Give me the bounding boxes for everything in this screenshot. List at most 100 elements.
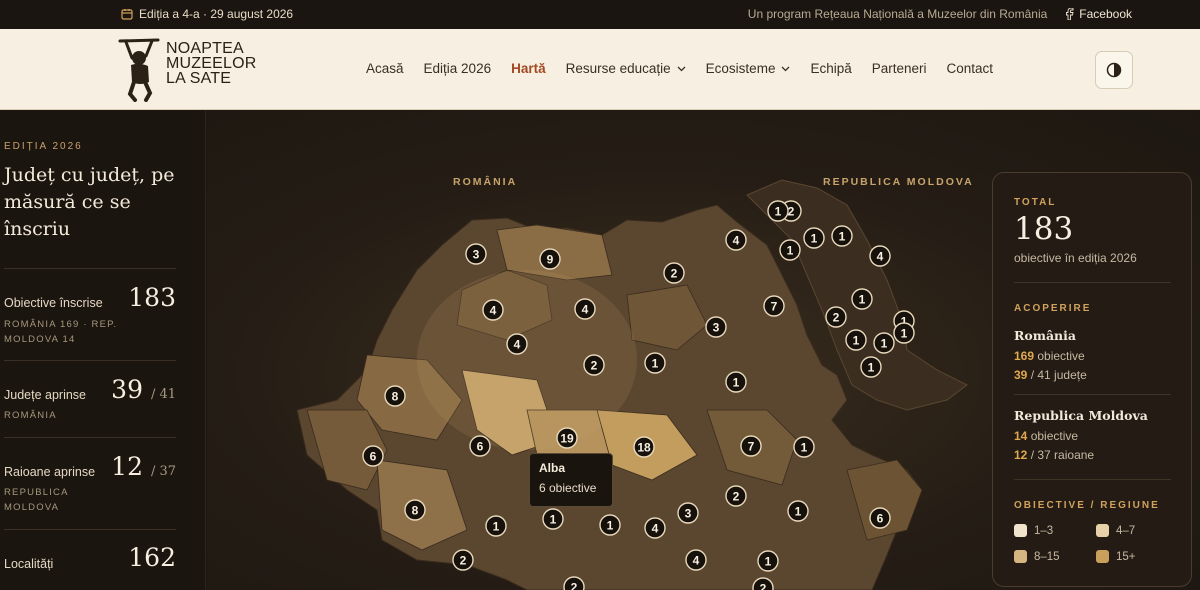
stat-sub: ROMÂNIA 169 · REP. MOLDOVA 14 bbox=[4, 319, 118, 345]
nav-echipa[interactable]: Echipă bbox=[810, 61, 851, 76]
legend-swatch bbox=[1096, 524, 1109, 537]
county-marker-count: 1 bbox=[853, 334, 860, 348]
county-marker-count: 3 bbox=[473, 248, 480, 262]
legend-text: 8–15 bbox=[1034, 550, 1060, 563]
county-marker-count: 1 bbox=[550, 513, 557, 527]
county-marker-count: 6 bbox=[370, 450, 377, 464]
stat-number: 162 bbox=[128, 543, 176, 572]
moldova-raions: 12 / 37 raioane bbox=[1014, 448, 1094, 462]
romania-objectives-num: 169 bbox=[1014, 349, 1035, 363]
county-marker-count: 18 bbox=[637, 441, 651, 455]
county-marker-count: 2 bbox=[833, 311, 840, 325]
nav-ecosisteme[interactable]: Ecosisteme bbox=[706, 61, 791, 76]
stat-label: Raioane aprinse bbox=[4, 465, 96, 479]
nav-resurse-educatie[interactable]: Resurse educație bbox=[566, 61, 686, 76]
edition-text: Ediția a 4-a · 29 august 2026 bbox=[139, 7, 294, 21]
edition-eyebrow: EDIȚIA 2026 bbox=[4, 141, 83, 152]
county-marker-count: 2 bbox=[591, 359, 598, 373]
county-marker-count: 1 bbox=[868, 361, 875, 375]
moldova-raions-num: 12 bbox=[1014, 448, 1028, 462]
logo-wordmark: NOAPTEA MUZEELOR LA SATE bbox=[166, 40, 257, 87]
county-marker-count: 19 bbox=[560, 432, 574, 446]
stat-localities: Localități 162 bbox=[4, 529, 176, 590]
county-marker-count: 1 bbox=[493, 520, 500, 534]
county-marker-count: 2 bbox=[671, 267, 678, 281]
county-marker-count: 4 bbox=[733, 234, 740, 248]
stat-label: Județe aprinse bbox=[4, 388, 87, 402]
summary-card: TOTAL 183 obiective în ediția 2026 ACOPE… bbox=[992, 172, 1192, 587]
moldova-heading: Republica Moldova bbox=[1014, 408, 1148, 423]
legend-item-8-15: 8–15 bbox=[1014, 550, 1060, 563]
stat-label: Localități bbox=[4, 557, 54, 571]
county-marker-count: 1 bbox=[881, 337, 888, 351]
moldova-raions-of: / 37 raioane bbox=[1030, 448, 1095, 462]
stat-value: 162 bbox=[128, 543, 176, 572]
county-marker-count: 1 bbox=[765, 555, 772, 569]
stat-label: Obiective înscrise bbox=[4, 296, 103, 310]
logo-line-1: NOAPTEA bbox=[166, 40, 244, 57]
legend-swatch bbox=[1014, 524, 1027, 537]
facebook-link[interactable]: Facebook bbox=[1065, 7, 1132, 21]
county-marker-count: 8 bbox=[412, 504, 419, 518]
county-marker-count: 2 bbox=[571, 581, 578, 590]
county-marker-count: 1 bbox=[901, 327, 908, 341]
stat-number: 183 bbox=[128, 283, 176, 312]
romania-objectives: 169 obiective bbox=[1014, 349, 1085, 363]
region-tooltip: Alba 6 obiective bbox=[529, 453, 613, 507]
stat-number: 12 bbox=[111, 452, 143, 481]
romania-heading: România bbox=[1014, 328, 1076, 343]
main-nav: Acasă Ediția 2026 Hartă Resurse educație… bbox=[366, 61, 993, 76]
facebook-icon bbox=[1066, 8, 1074, 20]
stat-value: 39 / 41 bbox=[111, 375, 176, 404]
legend-swatch bbox=[1014, 550, 1027, 563]
facebook-label: Facebook bbox=[1079, 7, 1132, 21]
nav-harta[interactable]: Hartă bbox=[511, 61, 546, 76]
legend-item-1-3: 1–3 bbox=[1014, 524, 1053, 537]
nav-editia-2026[interactable]: Ediția 2026 bbox=[424, 61, 492, 76]
total-value: 183 bbox=[1014, 211, 1074, 247]
site-logo[interactable]: NOAPTEA MUZEELOR LA SATE bbox=[118, 38, 268, 102]
nav-resurse-label: Resurse educație bbox=[565, 61, 671, 76]
contrast-icon bbox=[1106, 62, 1122, 78]
total-label: TOTAL bbox=[1014, 197, 1057, 208]
moldova-objectives-num: 14 bbox=[1014, 429, 1028, 443]
stat-value: 12 / 37 bbox=[111, 452, 176, 481]
nav-ecosisteme-label: Ecosisteme bbox=[705, 61, 776, 76]
county-marker-count: 3 bbox=[713, 321, 720, 335]
nav-parteneri[interactable]: Parteneri bbox=[872, 61, 927, 76]
county-marker-count: 1 bbox=[801, 441, 808, 455]
county-marker-count: 8 bbox=[392, 390, 399, 404]
county-marker-count: 4 bbox=[582, 303, 589, 317]
county-marker-count: 4 bbox=[514, 338, 521, 352]
county-marker-count: 6 bbox=[877, 512, 884, 526]
legend-text: 1–3 bbox=[1034, 524, 1054, 537]
logo-line-3: LA SATE bbox=[166, 70, 232, 87]
program-link[interactable]: Un program Rețeaua Națională a Muzeelor … bbox=[748, 7, 1048, 21]
county-marker-count: 7 bbox=[748, 440, 755, 454]
county-marker-count: 4 bbox=[693, 554, 700, 568]
county-marker-count: 6 bbox=[477, 440, 484, 454]
nav-acasa[interactable]: Acasă bbox=[366, 61, 404, 76]
county-marker-count: 2 bbox=[733, 490, 740, 504]
stats-sidebar: EDIȚIA 2026 Județ cu județ, pe măsură ce… bbox=[0, 110, 206, 590]
county-marker-count: 4 bbox=[877, 250, 884, 264]
tooltip-count: 6 obiective bbox=[539, 481, 597, 495]
nav-contact[interactable]: Contact bbox=[947, 61, 994, 76]
theme-toggle-button[interactable] bbox=[1095, 51, 1133, 89]
county-marker-count: 1 bbox=[787, 244, 794, 258]
county-marker-count: 4 bbox=[652, 522, 659, 536]
coverage-label: ACOPERIRE bbox=[1014, 303, 1092, 314]
divider bbox=[1014, 479, 1171, 480]
moldova-objectives: 14 obiective bbox=[1014, 429, 1079, 443]
county-marker-count: 1 bbox=[775, 205, 782, 219]
climbing-figure-icon bbox=[118, 38, 160, 102]
stat-sub: REPUBLICA MOLDOVA bbox=[4, 487, 69, 513]
county-marker-count: 1 bbox=[859, 293, 866, 307]
legend-text: 15+ bbox=[1116, 550, 1136, 563]
county-marker-count: 2 bbox=[460, 554, 467, 568]
site-header: NOAPTEA MUZEELOR LA SATE Acasă Ediția 20… bbox=[0, 29, 1200, 110]
county-marker-count: 1 bbox=[652, 357, 659, 371]
tooltip-region-name: Alba bbox=[539, 461, 566, 475]
logo-line-2: MUZEELOR bbox=[166, 55, 257, 72]
stat-counties: Județe aprinse 39 / 41 ROMÂNIA bbox=[4, 360, 176, 437]
